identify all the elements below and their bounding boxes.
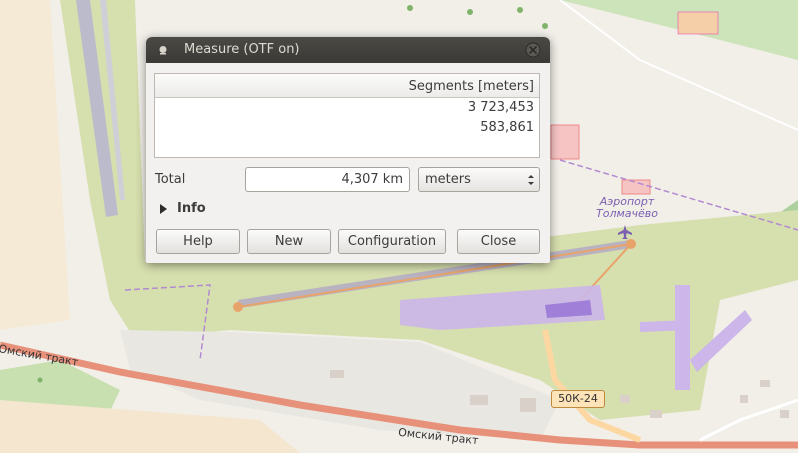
- close-icon[interactable]: [525, 42, 541, 58]
- expand-arrow-icon: [160, 204, 167, 214]
- segments-header[interactable]: Segments [meters]: [155, 74, 539, 98]
- measure-dialog: Measure (OTF on) Segments [meters] 3 723…: [146, 37, 550, 263]
- select-arrows-icon: [528, 175, 534, 185]
- dialog-titlebar[interactable]: Measure (OTF on): [146, 37, 550, 63]
- total-field[interactable]: 4,307 km: [245, 167, 410, 192]
- unit-select[interactable]: meters: [418, 167, 540, 192]
- unit-select-value: meters: [425, 172, 471, 187]
- configuration-button[interactable]: Configuration: [338, 229, 446, 254]
- segment-row[interactable]: 3 723,453: [468, 100, 534, 115]
- info-label: Info: [177, 201, 206, 216]
- close-button[interactable]: Close: [457, 229, 540, 254]
- help-button[interactable]: Help: [156, 229, 240, 254]
- road-shield: 50К-24: [551, 390, 605, 408]
- building-tan: [677, 11, 719, 35]
- segments-header-label: Segments [meters]: [408, 79, 534, 94]
- segments-table[interactable]: Segments [meters] 3 723,453 583,861: [154, 73, 540, 158]
- building-red: [621, 179, 651, 195]
- measure-point-end[interactable]: [626, 239, 636, 249]
- measure-point-start[interactable]: [233, 302, 243, 312]
- new-button[interactable]: New: [247, 229, 331, 254]
- apron-east-3: [640, 320, 690, 332]
- apron-east: [675, 285, 690, 390]
- window-icon: [159, 46, 167, 55]
- dialog-title: Measure (OTF on): [184, 42, 300, 57]
- building-red-2: [550, 124, 580, 160]
- segment-row[interactable]: 583,861: [480, 120, 534, 135]
- airport-label: Аэропорт Толмачёво: [596, 195, 658, 220]
- total-label: Total: [155, 172, 186, 187]
